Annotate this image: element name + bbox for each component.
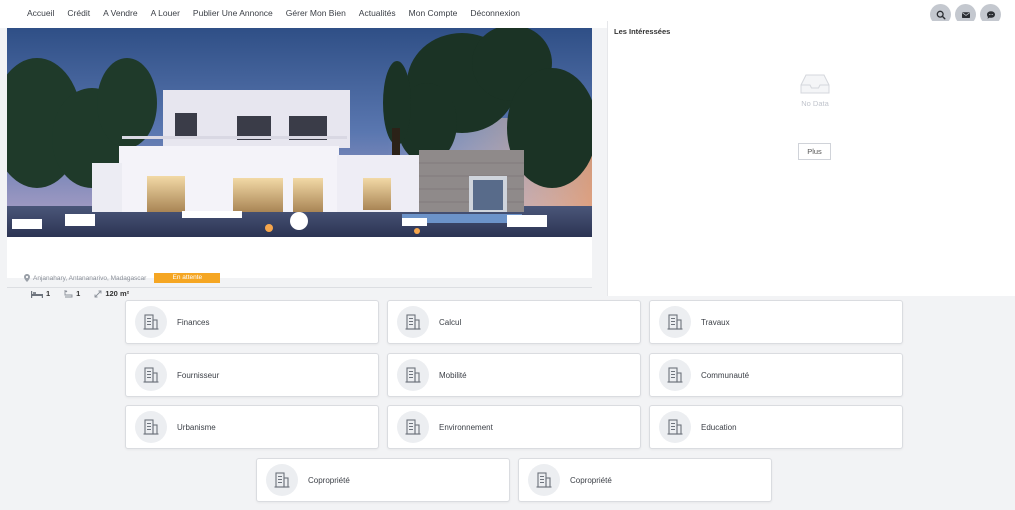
feature-baths: 1 — [64, 289, 80, 298]
service-card-urbanisme[interactable]: Urbanisme — [125, 405, 379, 449]
feature-area: 120 m² — [94, 289, 129, 298]
property-photo[interactable] — [7, 28, 592, 237]
service-card-education[interactable]: Education — [649, 405, 903, 449]
bath-icon — [64, 289, 73, 297]
service-icon-circle — [135, 306, 167, 338]
service-icon-circle — [659, 359, 691, 391]
more-button[interactable]: Plus — [798, 143, 831, 160]
service-label: Copropriété — [570, 475, 612, 485]
service-label: Travaux — [701, 317, 730, 327]
service-card-calcul[interactable]: Calcul — [387, 300, 641, 344]
service-card-travaux[interactable]: Travaux — [649, 300, 903, 344]
service-icon-circle — [659, 306, 691, 338]
nav-link-publier-annonce[interactable]: Publier Une Annonce — [193, 8, 273, 18]
service-card-communaute[interactable]: Communauté — [649, 353, 903, 397]
service-label: Communauté — [701, 370, 750, 380]
service-label: Finances — [177, 317, 210, 327]
building-icon — [667, 367, 683, 383]
service-label: Copropriété — [308, 475, 350, 485]
section-divider — [7, 287, 592, 288]
panel-title: Les Intéressées — [614, 27, 671, 36]
chat-icon — [986, 10, 995, 19]
nav-link-mon-compte[interactable]: Mon Compte — [409, 8, 458, 18]
service-label: Urbanisme — [177, 422, 216, 432]
service-icon-circle — [135, 359, 167, 391]
interested-panel: Les Intéressées No Data Plus — [607, 21, 1015, 296]
service-icon-circle — [266, 464, 298, 496]
building-icon — [536, 472, 552, 488]
nav-link-gerer-bien[interactable]: Gérer Mon Bien — [286, 8, 346, 18]
service-label: Environnement — [439, 422, 493, 432]
features-row: 1 1 120 m² — [31, 289, 143, 298]
service-card-environnement[interactable]: Environnement — [387, 405, 641, 449]
service-card-copropriete-2[interactable]: Copropriété — [518, 458, 772, 502]
building-icon — [667, 314, 683, 330]
nav-link-credit[interactable]: Crédit — [67, 8, 90, 18]
service-icon-circle — [659, 411, 691, 443]
nav-link-a-vendre[interactable]: A Vendre — [103, 8, 138, 18]
building-icon — [667, 419, 683, 435]
nav-link-a-louer[interactable]: A Louer — [151, 8, 180, 18]
service-card-fournisseur[interactable]: Fournisseur — [125, 353, 379, 397]
mail-icon — [961, 11, 970, 18]
location-text: Anjanahary, Antananarivo, Madagascar — [33, 274, 147, 282]
status-badge: En attente — [154, 273, 221, 283]
house-photo — [7, 28, 592, 237]
service-label: Mobilité — [439, 370, 467, 380]
empty-state — [800, 73, 830, 100]
location-row: Anjanahary, Antananarivo, Madagascar En … — [24, 273, 221, 283]
service-icon-circle — [397, 359, 429, 391]
nav-link-accueil[interactable]: Accueil — [27, 8, 54, 18]
building-icon — [405, 419, 421, 435]
building-icon — [274, 472, 290, 488]
service-card-copropriete[interactable]: Copropriété — [256, 458, 510, 502]
empty-text: No Data — [801, 99, 829, 108]
baths-count: 1 — [76, 289, 81, 298]
building-icon — [405, 314, 421, 330]
property-card[interactable]: Anjanahary, Antananarivo, Madagascar En … — [7, 28, 592, 298]
area-value: 120 m² — [105, 289, 130, 298]
building-icon — [143, 314, 159, 330]
service-card-finances[interactable]: Finances — [125, 300, 379, 344]
bed-icon — [31, 290, 43, 298]
building-icon — [405, 367, 421, 383]
building-icon — [143, 419, 159, 435]
search-icon — [936, 10, 946, 20]
nav-link-actualites[interactable]: Actualités — [359, 8, 396, 18]
service-label: Fournisseur — [177, 370, 220, 380]
nav-link-deconnexion[interactable]: Déconnexion — [470, 8, 520, 18]
nav-links: Accueil Crédit A Vendre A Louer Publier … — [27, 8, 533, 18]
map-pin-icon — [24, 274, 30, 282]
service-icon-circle — [397, 411, 429, 443]
building-icon — [143, 367, 159, 383]
feature-beds: 1 — [31, 289, 50, 298]
service-icon-circle — [397, 306, 429, 338]
service-icon-circle — [528, 464, 560, 496]
empty-inbox-icon — [800, 74, 830, 94]
service-label: Calcul — [439, 317, 462, 327]
service-icon-circle — [135, 411, 167, 443]
area-icon — [94, 290, 102, 297]
service-label: Education — [701, 422, 737, 432]
service-card-mobilite[interactable]: Mobilité — [387, 353, 641, 397]
beds-count: 1 — [46, 289, 51, 298]
